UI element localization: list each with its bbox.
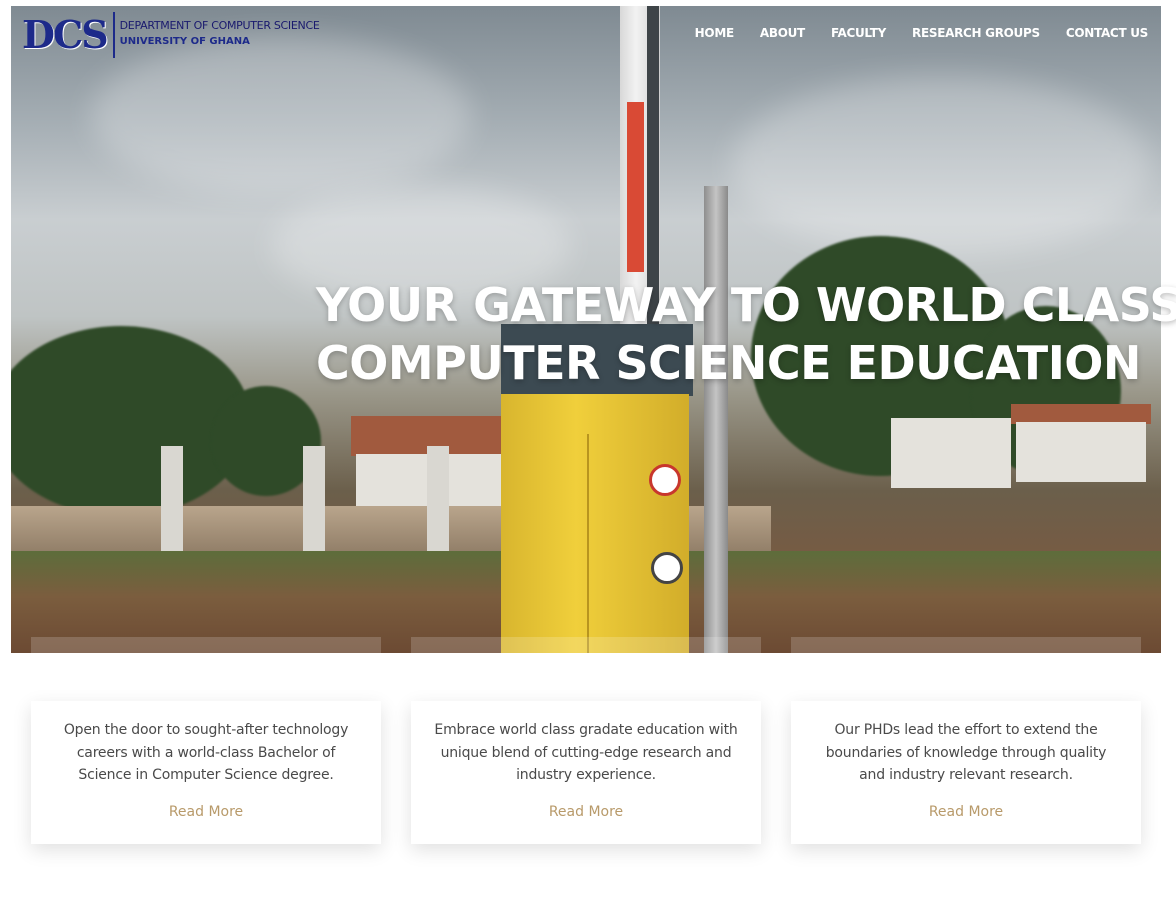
- main-nav: HOME ABOUT FACULTY RESEARCH GROUPS CONTA…: [695, 26, 1149, 40]
- hero-cloud: [91, 36, 471, 196]
- card-tab-strip: [411, 637, 761, 653]
- no-entry-sign-icon: [649, 464, 681, 496]
- nav-home[interactable]: HOME: [695, 26, 734, 40]
- logo-text: DEPARTMENT OF COMPUTER SCIENCE UNIVERSIT…: [115, 19, 320, 51]
- program-card-phd: Our PHDs lead the effort to extend the b…: [791, 701, 1141, 844]
- hero-barrier-stripe: [627, 102, 644, 272]
- nav-faculty[interactable]: FACULTY: [831, 26, 886, 40]
- hero-building: [1016, 422, 1146, 482]
- hero-pillar: [161, 446, 183, 556]
- card-tab-strip: [791, 637, 1141, 653]
- card-description: Open the door to sought-after technology…: [63, 722, 349, 783]
- logo-department: DEPARTMENT OF COMPUTER SCIENCE: [119, 19, 320, 32]
- hero-headline-line2: COMPUTER SCIENCE EDUCATION: [316, 336, 1141, 390]
- hero-roof: [1011, 404, 1151, 424]
- card-description: Our PHDs lead the effort to extend the b…: [825, 722, 1107, 783]
- hero-headline: YOUR GATEWAY TO WORLD CLASS COMPUTER SCI…: [316, 276, 1176, 392]
- nav-about[interactable]: ABOUT: [760, 26, 805, 40]
- hero-pillar: [427, 446, 449, 556]
- read-more-link[interactable]: Read More: [549, 804, 623, 820]
- hero-barrier-door: [501, 434, 589, 653]
- hero-pillar: [303, 446, 325, 556]
- ce-mark-icon: [651, 552, 683, 584]
- program-card-graduate: Embrace world class gradate education wi…: [411, 701, 761, 844]
- nav-research-groups[interactable]: RESEARCH GROUPS: [912, 26, 1040, 40]
- hero-metal-post: [704, 186, 728, 653]
- card-tab-strip: [31, 637, 381, 653]
- logo-mark: DCS: [22, 12, 115, 58]
- logo-university: UNIVERSITY OF GHANA: [119, 36, 250, 47]
- hero-headline-line1: YOUR GATEWAY TO WORLD CLASS: [316, 278, 1176, 332]
- site-logo[interactable]: DCS DEPARTMENT OF COMPUTER SCIENCE UNIVE…: [22, 10, 320, 60]
- read-more-link[interactable]: Read More: [169, 804, 243, 820]
- hero-building: [891, 418, 1011, 488]
- hero-cloud: [731, 76, 1151, 256]
- nav-contact-us[interactable]: CONTACT US: [1066, 26, 1148, 40]
- card-description: Embrace world class gradate education wi…: [434, 722, 738, 783]
- program-card-undergraduate: Open the door to sought-after technology…: [31, 701, 381, 844]
- read-more-link[interactable]: Read More: [929, 804, 1003, 820]
